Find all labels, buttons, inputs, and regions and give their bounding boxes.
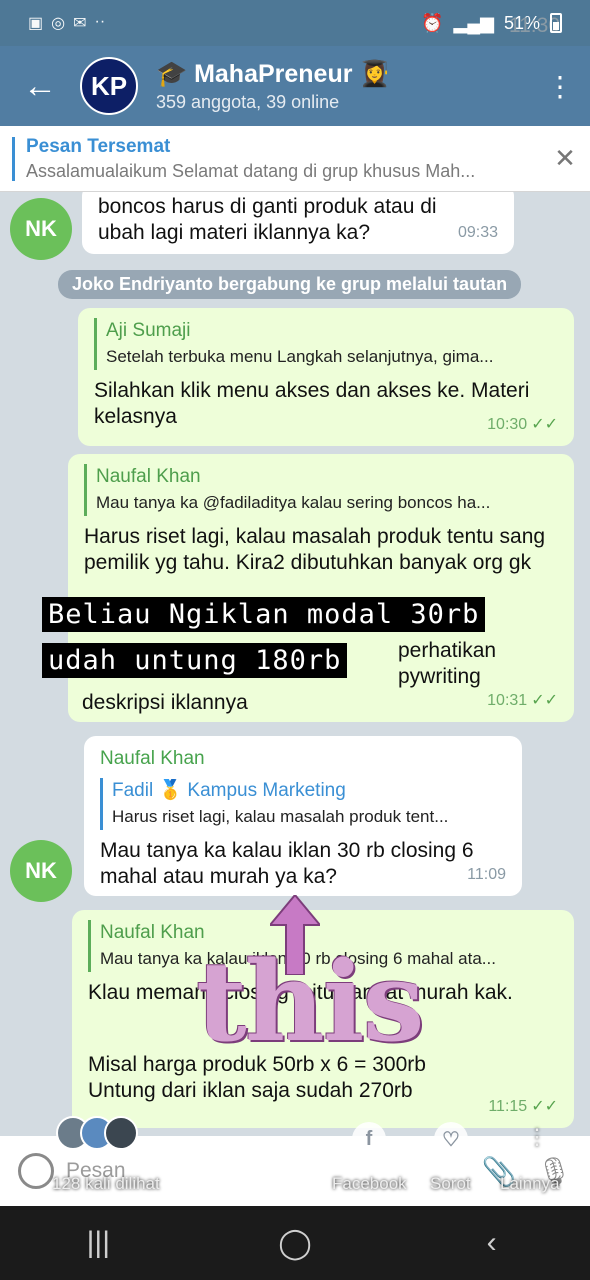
- overlay-caption: udah untung 180rb: [42, 643, 348, 678]
- group-member-count: 359 anggota, 39 online: [156, 91, 340, 112]
- signal-icon: ▂▄▆: [453, 12, 494, 33]
- message-time: 10:31 ✓✓: [487, 692, 558, 709]
- facebook-label[interactable]: Facebook: [332, 1174, 407, 1194]
- message-bubble[interactable]: Aji Sumaji Setelah terbuka menu Langkah …: [78, 308, 574, 446]
- status-bar: 11:30 ▣ ◎ ✉ ·· ⏰ ▂▄▆ 51%: [0, 0, 590, 46]
- image-icon: ▣: [28, 15, 44, 32]
- reply-author: Naufal Khan: [96, 466, 201, 487]
- sticker-icon[interactable]: [18, 1153, 54, 1189]
- read-check-icon: ✓✓: [531, 416, 558, 433]
- overlay-caption: Beliau Ngiklan modal 30rb: [42, 597, 486, 632]
- message-bubble[interactable]: boncos harus di ganti produk atau di uba…: [82, 192, 514, 254]
- message-bubble[interactable]: Naufal Khan Fadil 🥇 Kampus Marketing Har…: [84, 736, 522, 896]
- reply-preview[interactable]: Aji Sumaji Setelah terbuka menu Langkah …: [94, 318, 558, 370]
- chat-icon: ◎: [51, 15, 66, 32]
- avatar[interactable]: NK: [10, 198, 72, 260]
- notification-icons: ▣ ◎ ✉ ··: [28, 13, 105, 33]
- mail-icon: ✉: [73, 15, 87, 32]
- message-time: 11:15 ✓✓: [488, 1098, 558, 1115]
- reply-author: Aji Sumaji: [106, 320, 191, 341]
- reply-text: Harus riset lagi, kalau masalah produk t…: [112, 807, 449, 826]
- close-icon[interactable]: ✕: [540, 143, 590, 174]
- read-check-icon: ✓✓: [531, 1098, 558, 1115]
- more-options-icon[interactable]: ⋮: [530, 70, 590, 103]
- reply-preview[interactable]: Fadil 🥇 Kampus Marketing Harus riset lag…: [100, 778, 506, 830]
- group-title: 🎓 MahaPreneur 👩‍🎓: [156, 59, 391, 88]
- reply-text: Mau tanya ka @fadiladitya kalau sering b…: [96, 493, 491, 512]
- reply-author: Fadil 🥇 Kampus Marketing: [112, 780, 346, 801]
- avatar[interactable]: NK: [10, 840, 72, 902]
- more-icon[interactable]: ⋮: [526, 1124, 548, 1150]
- sender-name[interactable]: Naufal Khan: [100, 746, 506, 772]
- back-arrow-icon[interactable]: ←: [0, 67, 80, 106]
- chat-header: ← KP 🎓 MahaPreneur 👩‍🎓 359 anggota, 39 o…: [0, 46, 590, 126]
- view-count[interactable]: 128 kali dilihat: [52, 1174, 160, 1194]
- home-button[interactable]: ◯: [255, 1226, 335, 1261]
- pinned-accent-bar: [12, 136, 15, 181]
- message-text: Mau tanya ka kalau iklan 30 rb closing 6…: [100, 839, 474, 888]
- chat-area[interactable]: NK boncos harus di ganti produk atau di …: [0, 192, 590, 1136]
- pinned-message[interactable]: Pesan Tersemat Assalamualaikum Selamat d…: [0, 126, 590, 192]
- pinned-text: Assalamualaikum Selamat datang di grup k…: [26, 160, 476, 181]
- this-sticker: this: [196, 937, 425, 1066]
- message-text: Harus riset lagi, kalau masalah produk t…: [84, 525, 546, 574]
- service-message: Joko Endriyanto bergabung ke grup melalu…: [58, 270, 522, 299]
- message-text: deskripsi iklannya: [82, 691, 248, 714]
- viewer-avatar: [104, 1116, 138, 1150]
- reply-preview[interactable]: Naufal Khan Mau tanya ka @fadiladitya ka…: [84, 464, 558, 516]
- message-text: boncos harus di ganti produk atau di uba…: [98, 195, 437, 244]
- battery-icon: [550, 13, 562, 33]
- sorot-label[interactable]: Sorot: [430, 1174, 471, 1194]
- back-button[interactable]: ‹: [452, 1226, 532, 1260]
- group-info[interactable]: 🎓 MahaPreneur 👩‍🎓 359 anggota, 39 online: [156, 60, 391, 113]
- message-time: 10:30 ✓✓: [487, 416, 558, 433]
- lainnya-label[interactable]: Lainnya: [500, 1174, 560, 1194]
- system-nav-bar: ||| ◯ ‹: [0, 1206, 590, 1280]
- message-text-fragment: pywriting: [398, 665, 481, 688]
- pinned-label: Pesan Tersemat: [26, 135, 171, 157]
- recent-apps-button[interactable]: |||: [58, 1226, 138, 1260]
- more-notifications-icon: ··: [94, 13, 106, 30]
- read-check-icon: ✓✓: [531, 692, 558, 709]
- message-time: 09:33: [457, 224, 498, 241]
- alarm-icon: ⏰: [421, 12, 444, 33]
- facebook-icon[interactable]: f: [352, 1122, 386, 1156]
- message-time: 11:09: [467, 866, 506, 883]
- viewer-avatars[interactable]: [56, 1116, 138, 1150]
- reply-text: Setelah terbuka menu Langkah selanjutnya…: [106, 347, 494, 366]
- group-avatar[interactable]: KP: [80, 57, 138, 115]
- message-text-fragment: perhatikan: [398, 639, 497, 662]
- highlight-icon[interactable]: ♡: [434, 1122, 468, 1156]
- message-bubble[interactable]: Naufal Khan Mau tanya ka @fadiladitya ka…: [68, 454, 574, 722]
